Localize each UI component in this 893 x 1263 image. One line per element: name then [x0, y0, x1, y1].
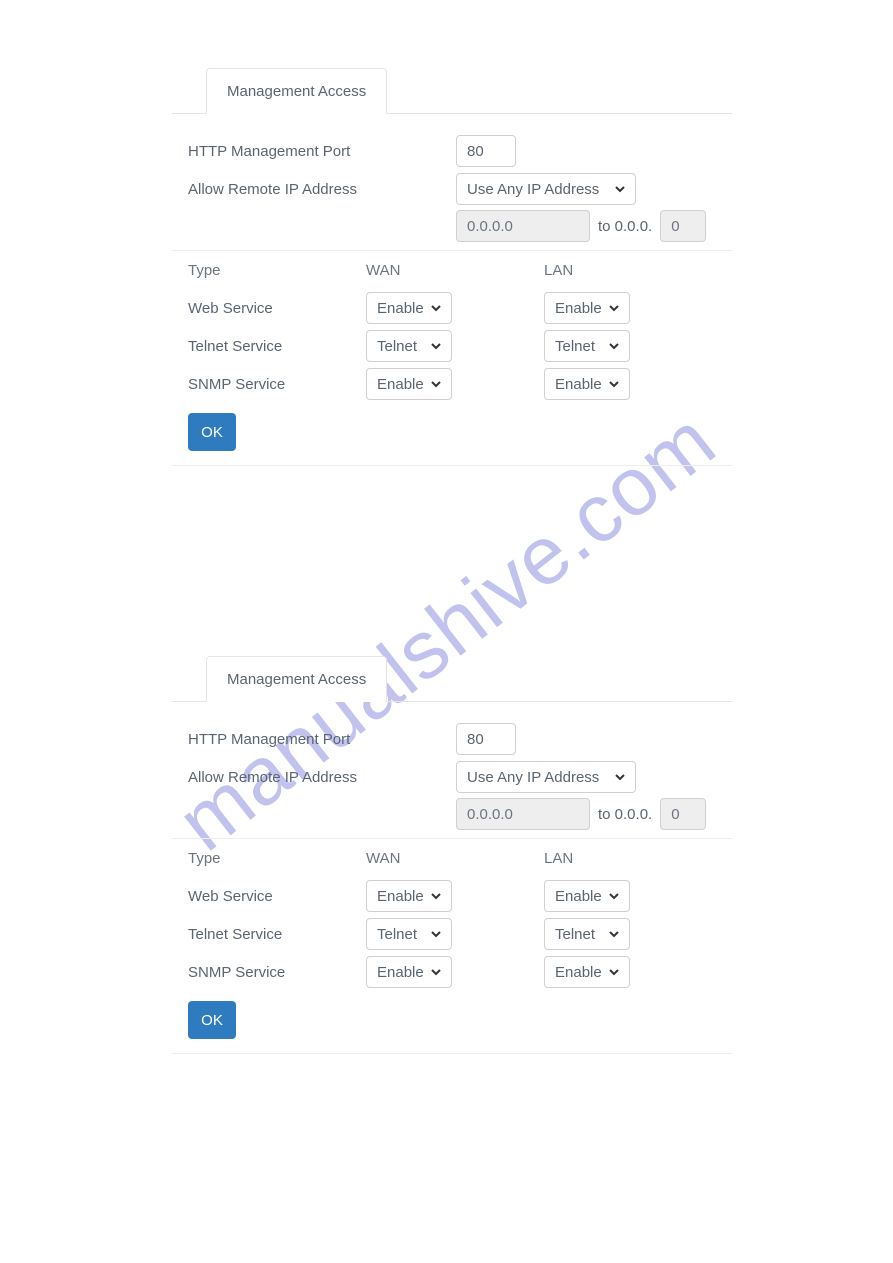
chevron-down-icon — [429, 927, 443, 941]
allow-ip-select-value: Use Any IP Address — [467, 181, 599, 198]
ip-range-to-label: to 0.0.0. — [596, 218, 654, 235]
chevron-down-icon — [429, 301, 443, 315]
allow-ip-select-value: Use Any IP Address — [467, 769, 599, 786]
select-value: Enable — [377, 964, 424, 981]
service-name: SNMP Service — [172, 376, 366, 393]
tab-bar: Management Access — [172, 656, 732, 702]
http-port-label: HTTP Management Port — [172, 143, 456, 160]
tab-management-access[interactable]: Management Access — [206, 68, 387, 114]
chevron-down-icon — [613, 770, 627, 784]
lan-header: LAN — [544, 262, 722, 279]
http-port-input[interactable] — [456, 135, 516, 167]
ip-range-to-input[interactable] — [660, 798, 706, 830]
chevron-down-icon — [429, 965, 443, 979]
service-name: Telnet Service — [172, 926, 366, 943]
allow-ip-select[interactable]: Use Any IP Address — [456, 173, 636, 205]
select-value: Enable — [555, 888, 602, 905]
lan-header: LAN — [544, 850, 722, 867]
tab-label: Management Access — [227, 671, 366, 688]
web-lan-select[interactable]: Enable — [544, 880, 630, 912]
wan-header: WAN — [366, 850, 544, 867]
chevron-down-icon — [607, 927, 621, 941]
select-value: Enable — [377, 376, 424, 393]
allow-ip-select[interactable]: Use Any IP Address — [456, 761, 636, 793]
tab-label: Management Access — [227, 83, 366, 100]
chevron-down-icon — [607, 889, 621, 903]
management-access-panel: Management Access HTTP Management Port A… — [172, 68, 732, 466]
ip-range-to-input[interactable] — [660, 210, 706, 242]
service-name: SNMP Service — [172, 964, 366, 981]
ip-range-from-input[interactable] — [456, 210, 590, 242]
chevron-down-icon — [429, 377, 443, 391]
select-value: Telnet — [377, 338, 417, 355]
service-name: Web Service — [172, 300, 366, 317]
http-port-label: HTTP Management Port — [172, 731, 456, 748]
type-header: Type — [172, 850, 366, 867]
management-access-panel: Management Access HTTP Management Port A… — [172, 656, 732, 1054]
select-value: Enable — [555, 300, 602, 317]
telnet-lan-select[interactable]: Telnet — [544, 330, 630, 362]
ip-range-from-input[interactable] — [456, 798, 590, 830]
web-wan-select[interactable]: Enable — [366, 880, 452, 912]
allow-ip-label: Allow Remote IP Address — [172, 181, 456, 198]
chevron-down-icon — [613, 182, 627, 196]
select-value: Enable — [377, 300, 424, 317]
select-value: Telnet — [555, 926, 595, 943]
select-value: Enable — [377, 888, 424, 905]
snmp-wan-select[interactable]: Enable — [366, 956, 452, 988]
web-lan-select[interactable]: Enable — [544, 292, 630, 324]
tab-management-access[interactable]: Management Access — [206, 656, 387, 702]
ok-button[interactable]: OK — [188, 1001, 236, 1039]
select-value: Enable — [555, 964, 602, 981]
snmp-lan-select[interactable]: Enable — [544, 956, 630, 988]
select-value: Telnet — [555, 338, 595, 355]
ip-range-to-label: to 0.0.0. — [596, 806, 654, 823]
web-wan-select[interactable]: Enable — [366, 292, 452, 324]
tab-bar: Management Access — [172, 68, 732, 114]
select-value: Enable — [555, 376, 602, 393]
chevron-down-icon — [607, 965, 621, 979]
ok-button[interactable]: OK — [188, 413, 236, 451]
allow-ip-label: Allow Remote IP Address — [172, 769, 456, 786]
http-port-input[interactable] — [456, 723, 516, 755]
telnet-wan-select[interactable]: Telnet — [366, 330, 452, 362]
chevron-down-icon — [607, 339, 621, 353]
service-name: Telnet Service — [172, 338, 366, 355]
type-header: Type — [172, 262, 366, 279]
snmp-wan-select[interactable]: Enable — [366, 368, 452, 400]
telnet-wan-select[interactable]: Telnet — [366, 918, 452, 950]
telnet-lan-select[interactable]: Telnet — [544, 918, 630, 950]
chevron-down-icon — [429, 339, 443, 353]
chevron-down-icon — [607, 301, 621, 315]
select-value: Telnet — [377, 926, 417, 943]
service-name: Web Service — [172, 888, 366, 905]
chevron-down-icon — [607, 377, 621, 391]
chevron-down-icon — [429, 889, 443, 903]
snmp-lan-select[interactable]: Enable — [544, 368, 630, 400]
wan-header: WAN — [366, 262, 544, 279]
